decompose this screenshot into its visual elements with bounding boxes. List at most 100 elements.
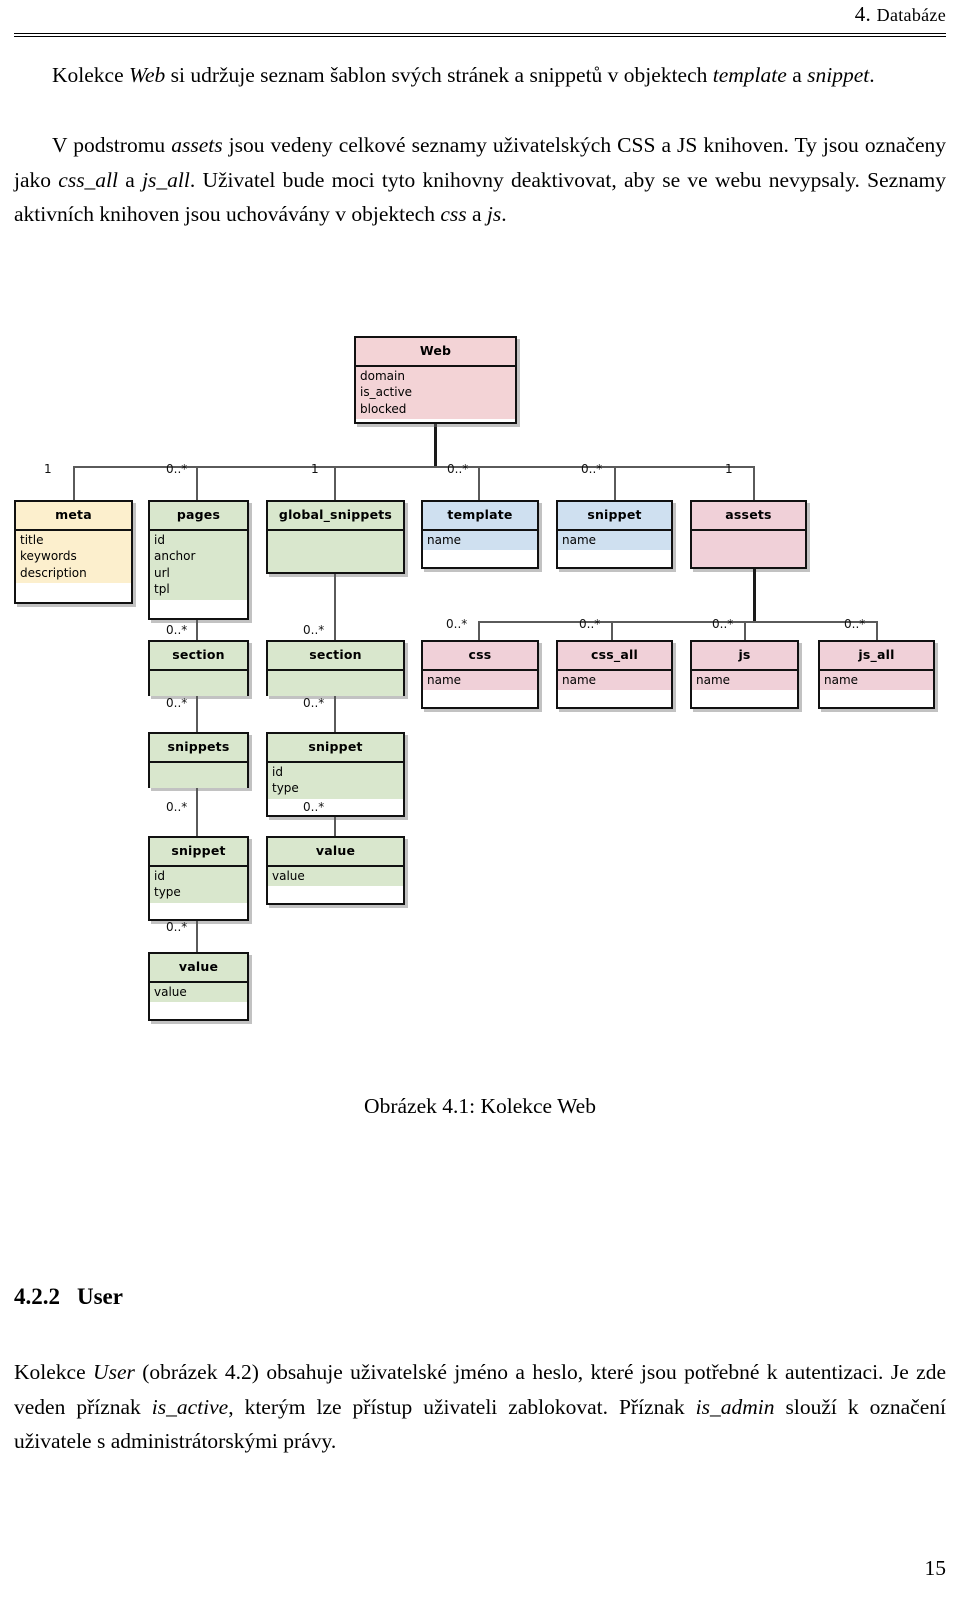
node-snippet-b-attr-1: type [272,781,299,795]
node-value-b-attr-0: value [272,868,305,883]
node-web-attr-0: domain [360,368,405,383]
node-section-b-title: section [268,642,403,671]
node-snippet-top-attr-0: name [562,532,597,547]
node-js-attr-0: name [696,672,731,687]
node-snippet-b-title: snippet [268,734,403,763]
node-snippet-top-title: snippet [558,502,671,531]
edge-drop-snippet-top [614,466,616,500]
edge-drop-global-snippets [334,466,336,500]
node-global-snippets[interactable]: global_snippets [266,500,405,574]
cardinality-snippet-b: 0..* [303,696,325,710]
node-pages-attrs: id anchor url tpl [150,530,247,600]
edge-section-b-snippet [334,696,336,732]
edge-assets-stem [753,569,756,622]
node-meta[interactable]: meta title keywords description [14,500,133,604]
chapter-name: Databáze [876,5,946,25]
edge-drop-template [478,466,480,500]
node-meta-attrs: title keywords description [16,530,131,583]
p3-text-a: Kolekce [14,1360,94,1384]
edge-drop-assets [753,466,755,500]
node-snippet-a-attrs: id type [150,866,247,903]
cardinality-value-b: 0..* [303,800,325,814]
node-web[interactable]: Web domain is_active blocked [354,336,517,424]
p2-term-css-all: css_all [58,167,119,192]
node-css[interactable]: css name [421,640,539,709]
edge-snippets-snippet [196,788,198,836]
edge-drop-pages [196,466,198,500]
cardinality-css: 0..* [446,617,468,631]
node-pages-title: pages [150,502,247,531]
edge-bus-assets [478,621,878,623]
node-section-b[interactable]: section [266,640,405,696]
p2-text-c: a [118,167,143,192]
p1-text-a: Kolekce [52,63,130,87]
node-snippets[interactable]: snippets [148,732,249,788]
section-heading: 4.2.2 User [14,1284,123,1310]
node-pages[interactable]: pages id anchor url tpl [148,500,249,620]
node-meta-title: meta [16,502,131,531]
node-global-snippets-attrs [268,530,403,572]
node-snippets-title: snippets [150,734,247,763]
cardinality-snippet-a: 0..* [166,800,188,814]
node-snippet-top[interactable]: snippet name [556,500,673,569]
node-template[interactable]: template name [421,500,539,569]
p1-term-web: Web [129,63,166,87]
node-value-a[interactable]: value value [148,952,249,1021]
p1-text-c: a [786,63,808,87]
node-js-attrs: name [692,670,797,690]
node-template-attr-0: name [427,532,462,547]
p3-term-user: User [93,1360,135,1384]
node-snippet-top-attrs: name [558,530,671,550]
node-meta-attr-1: keywords [20,549,77,563]
node-css-attrs: name [423,670,537,690]
node-js-all[interactable]: js_all name [818,640,935,709]
p1-text-b: si udržuje seznam šablon svých stránek a… [165,63,713,87]
edge-section-a-snippets [196,696,198,732]
node-assets[interactable]: assets [690,500,807,569]
node-value-b[interactable]: value value [266,836,405,905]
cardinality-snippet-top: 0..* [581,462,603,476]
chapter-title: 4. Databáze [855,2,946,27]
p2-term-css: css [440,202,467,226]
cardinality-meta: 1 [44,462,52,476]
p2-term-js-all: js_all [142,167,190,192]
node-js-all-title: js_all [820,642,933,671]
node-css-all-attrs: name [558,670,671,690]
paragraph-2: V podstromu assets jsou vedeny celkové s… [14,128,946,232]
page-number: 15 [924,1556,947,1580]
node-assets-title: assets [692,502,805,531]
paragraph-3: Kolekce User (obrázek 4.2) obsahuje uživ… [14,1355,946,1459]
node-web-attrs: domain is_active blocked [356,366,515,419]
node-css-title: css [423,642,537,671]
node-snippet-b[interactable]: snippet id type [266,732,405,817]
edge-drop-meta [73,466,75,500]
node-css-attr-0: name [427,672,462,687]
node-pages-attr-3: tpl [154,582,170,596]
section-title: User [77,1284,123,1309]
node-template-attrs: name [423,530,537,550]
node-snippet-a[interactable]: snippet id type [148,836,249,921]
cardinality-snippets: 0..* [166,696,188,710]
node-meta-attr-2: description [20,565,87,580]
node-snippet-a-attr-0: id [154,868,165,883]
chapter-number: 4. [854,2,872,26]
node-snippet-a-title: snippet [150,838,247,867]
edge-web-stem [434,424,437,467]
p1-text-d: . [869,63,875,87]
node-value-a-attrs: value [150,982,247,1002]
p1-term-snippet: snippet [807,63,870,87]
p2-term-assets: assets [171,133,223,157]
node-global-snippets-title: global_snippets [268,502,403,531]
p3-term-is-active: is_active [151,1394,229,1419]
node-snippet-a-attr-1: type [154,885,181,899]
node-assets-attrs [692,530,805,567]
cardinality-global-snippets: 1 [311,462,319,476]
node-web-title: Web [356,338,515,367]
node-value-b-title: value [268,838,403,867]
node-template-title: template [423,502,537,531]
node-js[interactable]: js name [690,640,799,709]
cardinality-template: 0..* [447,462,469,476]
p1-term-template: template [712,63,787,87]
node-section-a[interactable]: section [148,640,249,696]
node-css-all[interactable]: css_all name [556,640,673,709]
